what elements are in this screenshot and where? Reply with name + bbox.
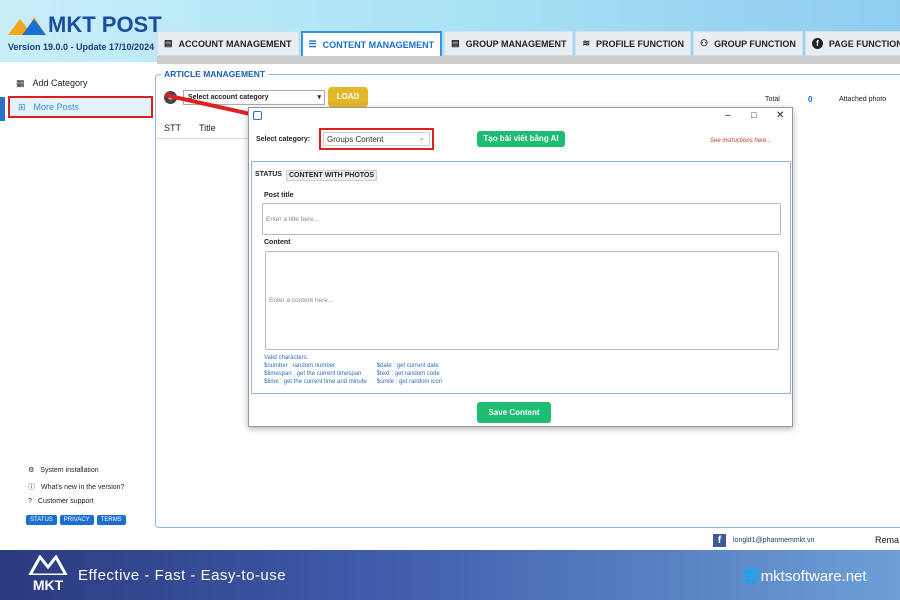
app-logo: MKT POST	[8, 12, 162, 38]
tab-label: GROUP FUNCTION	[714, 38, 796, 49]
category-icon: ▦	[16, 77, 25, 88]
globe-icon: 🌐	[742, 568, 761, 585]
logo-icon	[8, 15, 46, 35]
total-count: 0	[808, 95, 813, 104]
link-label: System installation	[40, 466, 99, 474]
tab-label: CONTENT MANAGEMENT	[322, 39, 435, 50]
content-textarea[interactable]: Enter a content here...	[265, 251, 779, 350]
tab-account-management[interactable]: ▤ ACCOUNT MANAGEMENT	[157, 31, 299, 56]
valid-characters: Valid characters: $number : random numbe…	[264, 354, 442, 386]
instructions-link[interactable]: See instructions here...	[710, 138, 771, 144]
load-button[interactable]: LOAD	[328, 87, 368, 107]
main-tabs: ▤ ACCOUNT MANAGEMENT ☰ CONTENT MANAGEMENT …	[157, 31, 900, 56]
mkt-logo: MKT	[24, 554, 72, 597]
valid-item: $timespan : get the current timespan	[264, 371, 362, 377]
group-icon: ⚇	[700, 38, 709, 48]
link-label: Customer support	[37, 498, 94, 505]
sidebar-item-label: Add Category	[32, 78, 88, 88]
signal-icon: ≋	[582, 38, 590, 48]
placeholder: Enter a title here...	[266, 215, 320, 223]
site-label: mktsoftware.net	[760, 568, 867, 585]
valid-item: $number : random number	[264, 363, 336, 369]
terms-button[interactable]: TERMS	[96, 515, 126, 525]
add-post-icon: ⊞	[18, 101, 26, 112]
tab-content-management[interactable]: ☰ CONTENT MANAGEMENT	[300, 31, 443, 56]
tab-label: PAGE FUNCTION	[828, 38, 900, 49]
post-title-input[interactable]: Enter a title here...	[262, 203, 781, 235]
sidebar-item-label: More Posts	[33, 102, 80, 112]
list-icon: ☰	[308, 39, 317, 49]
maximize-button[interactable]: □	[751, 110, 756, 120]
document-icon: ▤	[451, 38, 460, 48]
facebook-icon: f	[713, 534, 726, 547]
valid-item: $date : get current date	[376, 363, 439, 369]
attached-photo-label: Attached photo	[839, 96, 887, 103]
status-button[interactable]: STATUS	[26, 515, 57, 525]
category-select[interactable]: Groups Content ⌄	[323, 132, 430, 146]
tab-profile-function[interactable]: ≋ PROFILE FUNCTION	[575, 31, 691, 56]
app-title: MKT POST	[48, 12, 162, 37]
link-label: What's new in the version?	[41, 483, 125, 491]
tab-scrollbar[interactable]	[157, 56, 900, 64]
tab-group-function[interactable]: ⚇ GROUP FUNCTION	[693, 31, 803, 56]
tab-status[interactable]: STATUS	[255, 171, 282, 178]
remaining-label: Rema	[874, 535, 899, 545]
selection-indicator	[0, 97, 5, 121]
select-category-label: Select category:	[256, 136, 311, 143]
tab-group-management[interactable]: ▤ GROUP MANAGEMENT	[444, 31, 574, 56]
select-value: Groups Content	[327, 135, 384, 144]
tab-label: GROUP MANAGEMENT	[465, 38, 567, 49]
panel-title: ARTICLE MANAGEMENT	[161, 69, 269, 79]
valid-item: $text : get random code	[376, 371, 440, 377]
valid-title: Valid characters:	[264, 355, 309, 361]
whats-new-link[interactable]: ⓘ What's new in the version?	[28, 482, 124, 492]
user-email: longld1@phanmemmkt.vn	[733, 537, 815, 544]
post-title-label: Post title	[264, 192, 294, 199]
valid-item: $time : get the current time and minute	[264, 379, 367, 385]
tab-label: ACCOUNT MANAGEMENT	[178, 38, 292, 49]
minimize-button[interactable]: –	[725, 110, 731, 121]
sidebar-item-more-posts[interactable]: ⊞ More Posts	[8, 96, 153, 118]
window-icon	[253, 111, 262, 120]
total-label: Total	[765, 96, 780, 103]
tab-label: PROFILE FUNCTION	[596, 38, 684, 49]
chevron-down-icon: ⌄	[418, 133, 425, 142]
sidebar: ▦ Add Category ⊞ More Posts ⚙ System instal…	[0, 64, 155, 534]
website-link[interactable]: 🌐mktsoftware.net	[742, 567, 867, 585]
close-button[interactable]: ✕	[776, 110, 784, 121]
content-label: Content	[264, 239, 291, 246]
valid-item: $smile : get random icon	[376, 379, 443, 385]
customer-support-link[interactable]: ? Customer support	[28, 498, 94, 505]
help-icon: ?	[28, 498, 32, 505]
add-post-dialog: – □ ✕ Select category: Groups Content ⌄ T…	[248, 107, 793, 427]
system-installation-link[interactable]: ⚙ System installation	[28, 466, 99, 475]
slogan: Effective - Fast - Easy-to-use	[78, 567, 287, 584]
version-label: Version 19.0.0 - Update 17/10/2024	[8, 42, 155, 52]
sidebar-item-add-category[interactable]: ▦ Add Category	[8, 72, 153, 94]
save-content-button[interactable]: Save Content	[477, 402, 551, 423]
tab-page-function[interactable]: f PAGE FUNCTION	[804, 31, 900, 56]
id-card-icon: ▤	[164, 38, 173, 48]
gear-icon: ⚙	[28, 467, 35, 474]
content-panel: STATUS CONTENT WITH PHOTOS Post title En…	[251, 161, 791, 394]
facebook-icon: f	[811, 38, 823, 49]
placeholder: Enter a content here...	[269, 297, 334, 304]
tab-content-with-photos[interactable]: CONTENT WITH PHOTOS	[286, 170, 378, 181]
info-icon: ⓘ	[28, 484, 35, 491]
ai-generate-button[interactable]: Tạo bài viết bằng AI	[477, 131, 565, 147]
privacy-button[interactable]: PRIVACY	[59, 515, 94, 525]
